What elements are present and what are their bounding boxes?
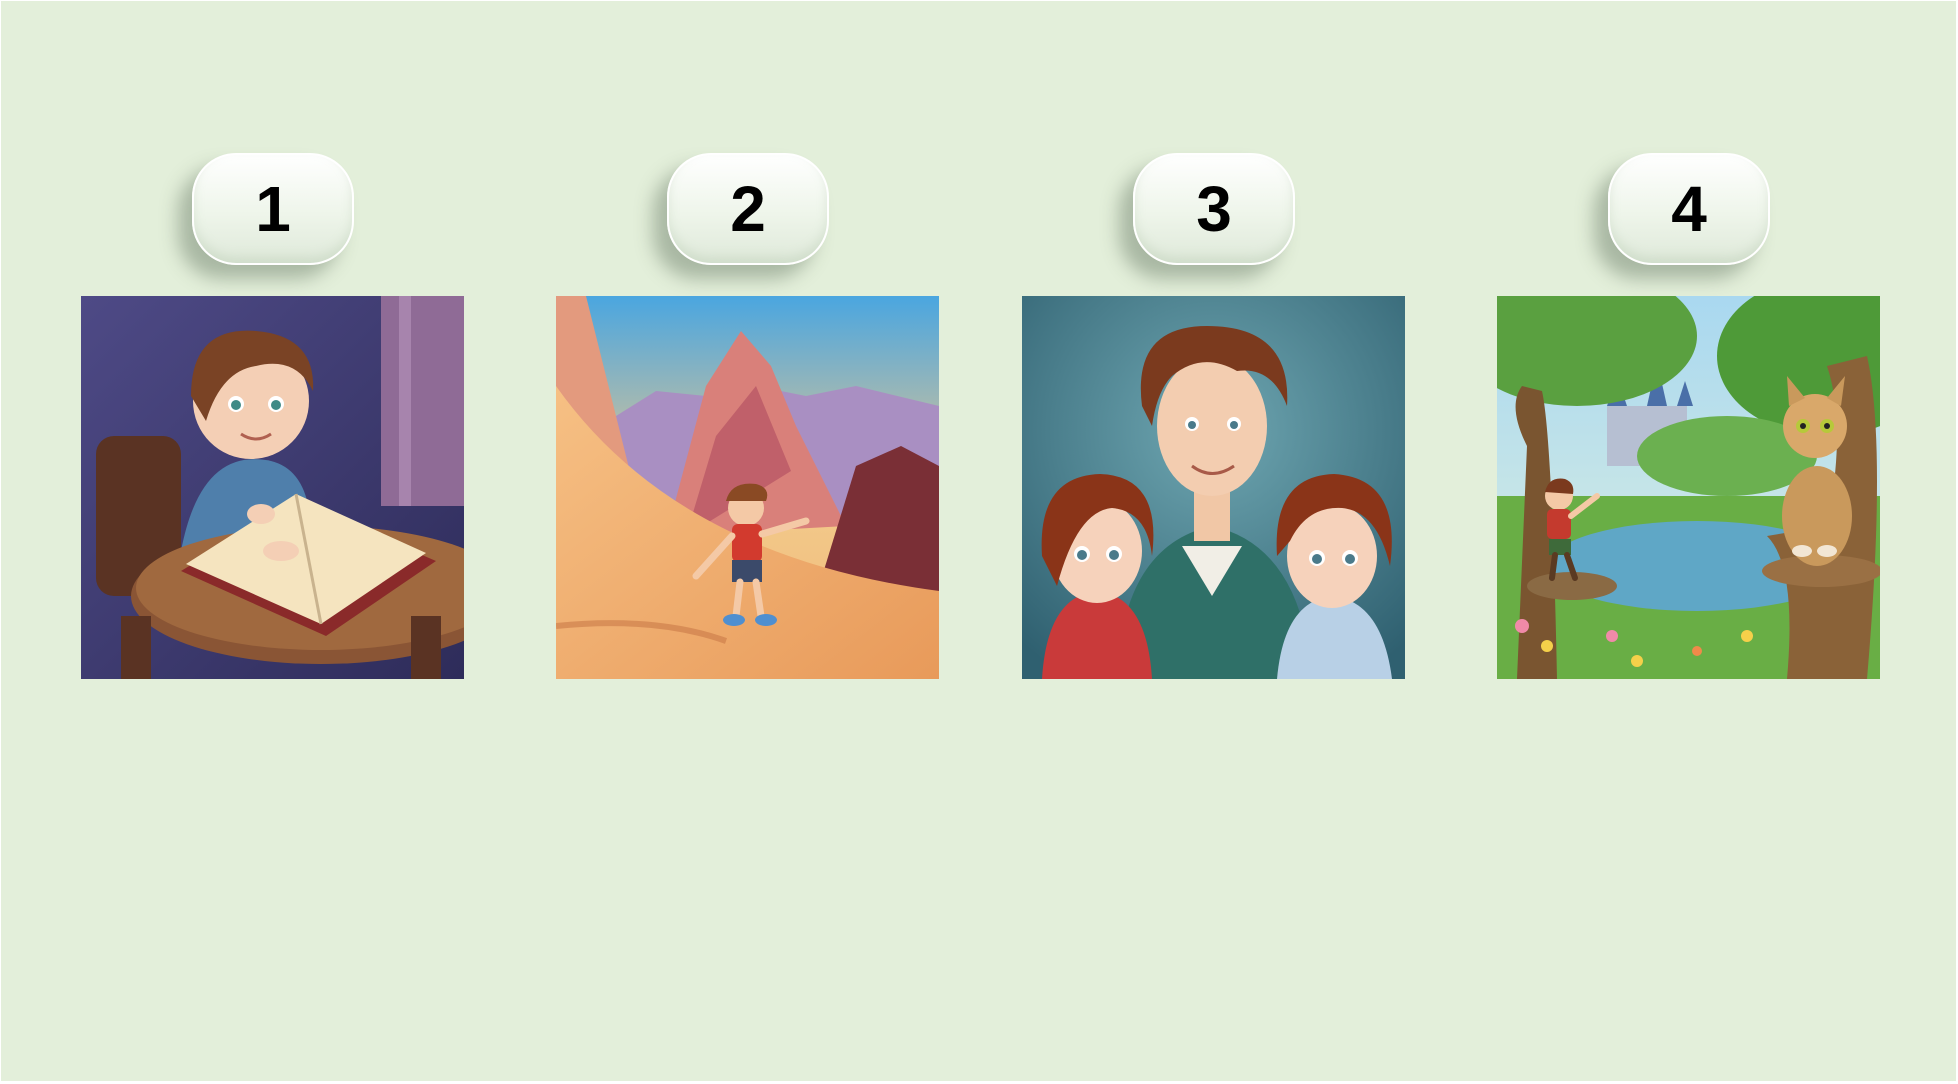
illustration-girl-reading[interactable] (81, 296, 464, 679)
number-badge-4[interactable]: 4 (1608, 153, 1770, 265)
family-image (1022, 296, 1405, 679)
number-badge-3[interactable]: 3 (1133, 153, 1295, 265)
option-card-4[interactable]: 4 (1497, 1, 1880, 1084)
slide-canvas: 1 2 3 4 (1, 1, 1956, 1081)
illustration-family[interactable] (1022, 296, 1405, 679)
girl-reading-image (81, 296, 464, 679)
badge-number-2: 2 (730, 173, 766, 245)
number-badge-2[interactable]: 2 (667, 153, 829, 265)
badge-number-4: 4 (1671, 173, 1707, 245)
option-card-2[interactable]: 2 (556, 1, 939, 1084)
badge-number-3: 3 (1196, 173, 1232, 245)
badge-number-1: 1 (255, 173, 291, 245)
illustration-boy-mountains[interactable] (556, 296, 939, 679)
option-card-3[interactable]: 3 (1022, 1, 1405, 1084)
illustration-boy-cat[interactable] (1497, 296, 1880, 679)
boy-cat-image (1497, 296, 1880, 679)
option-card-1[interactable]: 1 (81, 1, 464, 1084)
boy-mountains-image (556, 296, 939, 679)
number-badge-1[interactable]: 1 (192, 153, 354, 265)
